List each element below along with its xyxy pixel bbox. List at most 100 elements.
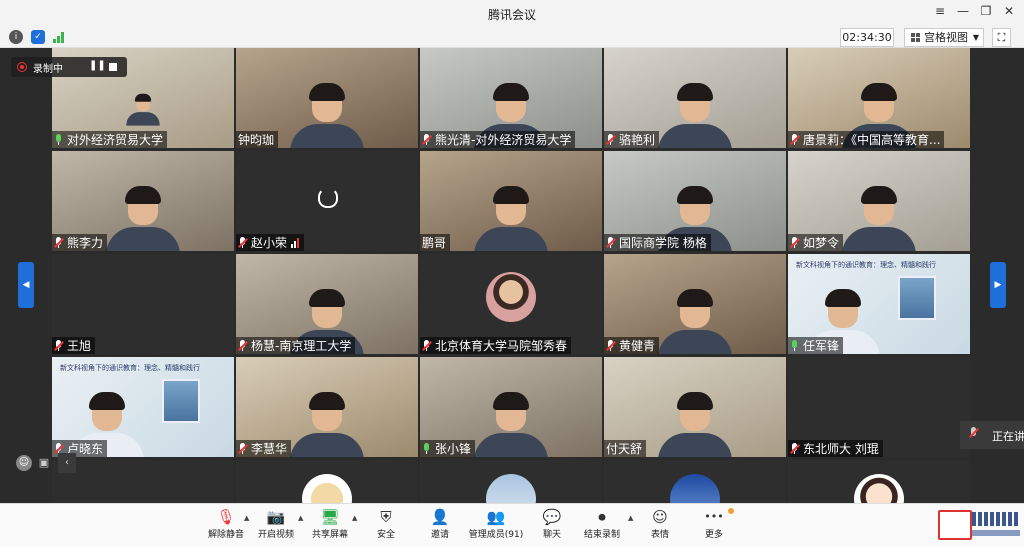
- pause-record-icon[interactable]: ❚❚: [89, 60, 106, 71]
- video-tile[interactable]: 如梦令: [788, 151, 970, 251]
- participant-video: [290, 392, 364, 457]
- participant-name-bar: 对外经济贸易大学: [52, 131, 168, 148]
- participant-name: 鹏哥: [422, 236, 447, 250]
- video-tile[interactable]: 东北师大 刘琨: [788, 357, 970, 457]
- toolbar-members-button[interactable]: 👥 管理成员(91): [468, 507, 524, 545]
- mic-muted-icon: [790, 236, 800, 249]
- toolbar-invite-button[interactable]: 👤 邀请: [412, 507, 468, 545]
- chevron-down-icon: ▼: [972, 33, 979, 42]
- stop-record-small-icon[interactable]: [109, 63, 117, 71]
- mic-muted-icon: [238, 236, 248, 249]
- video-tile[interactable]: 唐景莉：《中国高等教育...: [788, 48, 970, 148]
- mic-on-icon: [54, 133, 64, 146]
- video-tile[interactable]: 赵小荣: [236, 151, 418, 251]
- video-tile[interactable]: 国际商学院 杨格: [604, 151, 786, 251]
- toolbar-label: 安全: [376, 530, 395, 540]
- video-tile[interactable]: 熊李力: [52, 151, 234, 251]
- grid-icon: [911, 33, 920, 42]
- video-tile[interactable]: 张小锋: [420, 357, 602, 457]
- meeting-timer: 02:34:30: [840, 28, 894, 47]
- menu-icon[interactable]: ≡: [930, 4, 950, 18]
- watermark-logo: [938, 506, 1024, 545]
- video-tile[interactable]: 骆艳利: [604, 48, 786, 148]
- participant-avatar: [486, 272, 536, 322]
- toolbar-shield-button[interactable]: ⛨ 安全: [358, 507, 414, 545]
- video-tile[interactable]: 鹏哥: [420, 151, 602, 251]
- bottom-toolbar: 🎙 解除静音 📷 开启视频 🖥 共享屏幕 ⛨ 安全 👤 邀请 👥 管理成员(91) 💬 聊天 ⏺ 结束录制 ☺ 表…: [0, 503, 1024, 546]
- mic-muted-icon: [238, 339, 248, 352]
- speaking-label: 正在讲: [992, 430, 1024, 443]
- video-tile[interactable]: 钟昀珈: [236, 48, 418, 148]
- participant-name-bar: 熊光清-对外经济贸易大学: [420, 131, 576, 148]
- view-mode-button[interactable]: 宫格视图 ▼: [904, 28, 984, 47]
- video-tile[interactable]: 新文科视角下的通识教育：理念、精髓和践行 卢晓东: [52, 357, 234, 457]
- toolbar-label: 邀请: [430, 530, 449, 540]
- minimize-icon[interactable]: —: [953, 4, 973, 18]
- participant-name: 对外经济贸易大学: [67, 133, 164, 147]
- collapse-icon[interactable]: ‹: [58, 453, 76, 473]
- info-icon[interactable]: i: [9, 30, 23, 44]
- chat-bubble-icon[interactable]: ▣: [36, 455, 52, 471]
- toolbar-mic-muted-button[interactable]: 🎙 解除静音: [198, 507, 254, 545]
- participant-name: 北京体育大学马院邹秀春: [435, 339, 568, 353]
- video-tile[interactable]: 杨慧-南京理工大学: [236, 254, 418, 354]
- participant-name: 国际商学院 杨格: [619, 236, 707, 250]
- notification-dot: [728, 508, 734, 514]
- chat-icon: 💬: [542, 508, 562, 526]
- toolbar-more-button[interactable]: ••• 更多: [686, 507, 742, 545]
- participant-name-bar: 熊李力: [52, 234, 108, 251]
- signal-icon[interactable]: [53, 31, 67, 43]
- participant-video: [106, 186, 180, 251]
- participant-video: [474, 392, 548, 457]
- participant-name-bar: 任军锋: [788, 337, 844, 354]
- toolbar-stop-record-button[interactable]: ⏺ 结束录制: [574, 507, 630, 545]
- close-icon[interactable]: ✕: [999, 4, 1019, 18]
- fullscreen-icon[interactable]: ⛶: [992, 28, 1011, 47]
- caret-up-icon[interactable]: ▲: [628, 514, 633, 522]
- toolbar-label: 表情: [650, 530, 669, 540]
- toolbar-chat-button[interactable]: 💬 聊天: [524, 507, 580, 545]
- mic-muted-icon: [606, 236, 616, 249]
- participant-name: 钟昀珈: [238, 133, 275, 147]
- video-tile[interactable]: 李慧华: [236, 357, 418, 457]
- participant-name: 唐景莉：《中国高等教育...: [803, 133, 941, 147]
- shield-icon[interactable]: ✓: [31, 30, 45, 44]
- participant-video: [290, 83, 364, 148]
- video-tile[interactable]: 新文科视角下的通识教育：理念、精髓和践行 任军锋: [788, 254, 970, 354]
- recording-label: 录制中: [33, 64, 63, 75]
- toolbar-camera-off-button[interactable]: 📷 开启视频: [248, 507, 304, 545]
- participant-name: 熊李力: [67, 236, 104, 250]
- video-tile[interactable]: 黄健青: [604, 254, 786, 354]
- next-page-button[interactable]: ▶: [990, 262, 1006, 308]
- record-icon: [17, 62, 27, 72]
- participant-video: [658, 289, 732, 354]
- participant-name-bar: 如梦令: [788, 234, 844, 251]
- participant-name: 杨慧-南京理工大学: [251, 339, 352, 353]
- toolbar-label: 聊天: [542, 530, 561, 540]
- toolbar-emoji-button[interactable]: ☺ 表情: [632, 507, 688, 545]
- mic-muted-icon: 🎙: [216, 508, 236, 526]
- emoji-reaction-icon[interactable]: ☺: [16, 455, 32, 471]
- restore-icon[interactable]: ❐: [976, 4, 996, 18]
- video-tile[interactable]: 熊光清-对外经济贸易大学: [420, 48, 602, 148]
- participant-video: [658, 392, 732, 457]
- caret-up-icon[interactable]: ▲: [352, 514, 357, 522]
- prev-page-button[interactable]: ◀: [18, 262, 34, 308]
- info-bar: i ✓ 02:34:30 宫格视图 ▼ ⛶: [0, 27, 1024, 48]
- video-tile[interactable]: 付天舒: [604, 357, 786, 457]
- video-tile[interactable]: 北京体育大学马院邹秀春: [420, 254, 602, 354]
- mic-muted-icon: [606, 133, 616, 146]
- participant-name: 付天舒: [606, 442, 643, 456]
- share-screen-icon: 🖥: [320, 508, 340, 526]
- video-tile[interactable]: 王旭: [52, 254, 234, 354]
- caret-up-icon[interactable]: ▲: [244, 514, 249, 522]
- participant-name-bar: 北京体育大学马院邹秀春: [420, 337, 572, 354]
- participant-video: [842, 186, 916, 251]
- participant-name: 张小锋: [435, 442, 472, 456]
- mic-muted-icon: [790, 442, 800, 455]
- mic-muted-icon: [238, 442, 248, 455]
- participant-name: 黄健青: [619, 339, 656, 353]
- toolbar-share-screen-button[interactable]: 🖥 共享屏幕: [302, 507, 358, 545]
- participant-name-bar: 骆艳利: [604, 131, 660, 148]
- caret-up-icon[interactable]: ▲: [298, 514, 303, 522]
